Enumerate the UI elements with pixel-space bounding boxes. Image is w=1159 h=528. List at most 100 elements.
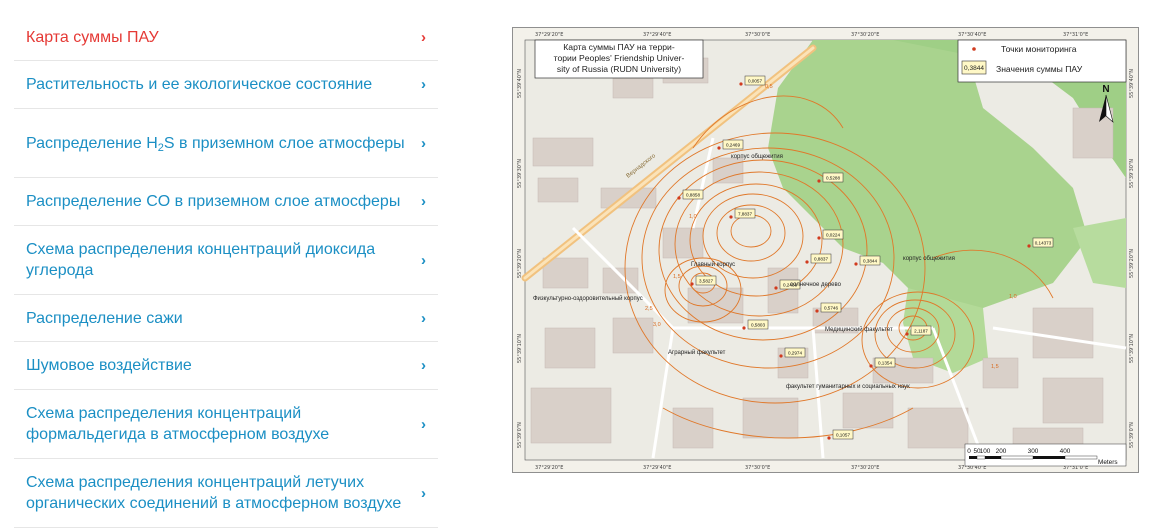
contour-value-label: 1,5	[991, 364, 999, 370]
contour-value-label: 3,0	[653, 322, 661, 328]
monitoring-point-marker	[869, 364, 873, 368]
monitoring-point-marker	[905, 332, 909, 336]
monitoring-point-marker	[805, 260, 809, 264]
map-title-line-1: Карта суммы ПАУ на терри-	[563, 42, 675, 52]
monitoring-point-marker	[779, 354, 783, 358]
map-menu: Карта суммы ПАУ › Растительность и ее экол…	[14, 14, 438, 528]
scale-tick-label: 300	[1028, 448, 1039, 455]
chevron-right-icon: ›	[421, 251, 426, 269]
monitoring-point-marker	[1027, 244, 1031, 248]
pah-map-figure: 0,0057 0,2469 0,5288 0,8858 7,8837 0,0224 0,14…	[513, 28, 1138, 472]
top-coordinate: 37°31'0"E	[1063, 32, 1088, 38]
top-coordinate: 37°30'40"E	[958, 32, 986, 38]
menu-item-6[interactable]: Шумовое воздействие ›	[14, 342, 438, 390]
left-coordinate: 55°39'20"N	[517, 249, 523, 278]
monitoring-value: 2,1187	[914, 328, 928, 333]
menu-item-3[interactable]: Распределение CO в приземном слое атмосф…	[14, 178, 438, 226]
monitoring-point-marker	[827, 436, 831, 440]
monitoring-point-marker	[774, 286, 778, 290]
scale-tick-label: 0	[967, 448, 971, 455]
monitoring-value: 0,0057	[748, 78, 762, 83]
menu-item-label: Схема распределения концентраций диоксид…	[26, 241, 376, 279]
top-coordinate: 37°29'40"E	[643, 32, 671, 38]
monitoring-value: 0,8837	[814, 256, 828, 261]
legend-point-marker	[972, 47, 976, 51]
left-coordinate: 55°39'0"N	[517, 422, 523, 448]
monitoring-point-marker	[742, 326, 746, 330]
chevron-right-icon: ›	[421, 134, 426, 152]
monitoring-value: 0,5288	[826, 175, 840, 180]
left-coordinate: 55°39'30"N	[517, 159, 523, 188]
contour-value-label: 2,5	[645, 306, 653, 312]
menu-item-4[interactable]: Схема распределения концентраций диоксид…	[14, 226, 438, 295]
monitoring-point-marker	[739, 82, 743, 86]
legend-point-label: Точки мониторинга	[1001, 44, 1077, 54]
scale-tick-label: 200	[996, 448, 1007, 455]
monitoring-point-marker	[854, 262, 858, 266]
pah-map: 0,0057 0,2469 0,5288 0,8858 7,8837 0,0224 0,14…	[512, 27, 1139, 473]
monitoring-value: 0,3844	[863, 258, 877, 263]
menu-item-1[interactable]: Растительность и ее экологическое состоя…	[14, 61, 438, 109]
legend-value-label: Значения суммы ПАУ	[996, 64, 1083, 74]
scale-bar: 0 50 100 200 300 400 Meters	[964, 443, 1127, 467]
chevron-right-icon: ›	[421, 357, 426, 374]
contour-value-label: 1,5	[673, 274, 681, 280]
menu-item-label: Распределение сажи	[26, 309, 183, 327]
monitoring-value: 3,5827	[699, 278, 713, 283]
contour-value-label: 1,0	[689, 214, 697, 220]
monitoring-value: 0,5746	[824, 305, 838, 310]
monitoring-value: 0,0224	[826, 232, 840, 237]
monitoring-value: 7,8837	[738, 211, 752, 216]
monitoring-value: 0,2469	[726, 142, 740, 147]
menu-item-label: Схема распределения концентраций формаль…	[26, 405, 330, 443]
scale-tick-label: 100	[980, 448, 991, 455]
contour-value-label: 1,0	[1009, 294, 1017, 300]
monitoring-point-marker	[677, 196, 681, 200]
building-label: Физкультурно-оздоровительный корпус	[533, 295, 643, 302]
menu-item-7[interactable]: Схема распределения концентраций формаль…	[14, 390, 438, 459]
monitoring-value: 0,8858	[686, 192, 700, 197]
chevron-right-icon: ›	[421, 76, 426, 93]
chevron-right-icon: ›	[421, 415, 426, 433]
building-label: Главный корпус	[691, 261, 735, 268]
building-label: корпус общежития	[903, 256, 955, 262]
monitoring-point-marker	[729, 215, 733, 219]
right-coordinate: 55°39'40"N	[1129, 69, 1135, 98]
monitoring-point-marker	[815, 309, 819, 313]
menu-item-label: Схема распределения концентраций летучих…	[26, 474, 402, 512]
bottom-coordinate: 37°30'0"E	[745, 465, 770, 471]
map-legend: Точки мониторинга 0,3844 Значения суммы …	[957, 39, 1127, 83]
right-coordinate: 55°39'20"N	[1129, 249, 1135, 278]
menu-item-label: Растительность и ее экологическое состоя…	[26, 76, 373, 93]
monitoring-value: 0,2974	[788, 350, 802, 355]
contour-value-label: 0,5	[765, 84, 773, 90]
menu-item-label: Распределение CO в приземном слое атмосф…	[26, 193, 401, 210]
chevron-right-icon: ›	[421, 193, 426, 210]
building-label: корпус общежития	[731, 154, 783, 160]
left-coordinate: 55°39'40"N	[517, 69, 523, 98]
monitoring-point-marker	[817, 179, 821, 183]
left-coordinate: 55°39'10"N	[517, 334, 523, 363]
menu-label-part: S в приземном слое атмосферы	[163, 134, 405, 152]
top-coordinate: 37°30'20"E	[851, 32, 879, 38]
right-coordinate: 55°39'10"N	[1129, 334, 1135, 363]
bottom-coordinate: 37°30'20"E	[851, 465, 879, 471]
chevron-right-icon: ›	[421, 484, 426, 502]
menu-item-0[interactable]: Карта суммы ПАУ ›	[14, 14, 438, 61]
monitoring-point-marker	[690, 282, 694, 286]
building-label: солнечное дерево	[790, 282, 842, 288]
menu-item-label: Шумовое воздействие	[26, 357, 192, 374]
menu-item-8[interactable]: Схема распределения концентраций летучих…	[14, 459, 438, 528]
map-title-box: Карта суммы ПАУ на терри- тории Peoples'…	[534, 39, 704, 79]
monitoring-value: 0,5803	[751, 322, 765, 327]
monitoring-point-marker	[717, 146, 721, 150]
chevron-right-icon: ›	[421, 309, 426, 327]
chevron-right-icon: ›	[421, 28, 426, 46]
monitoring-value: 0,1057	[836, 432, 850, 437]
menu-item-5[interactable]: Распределение сажи ›	[14, 295, 438, 342]
legend-value-sample: 0,3844	[964, 65, 984, 72]
top-coordinate: 37°30'0"E	[745, 32, 770, 38]
scale-unit: Meters	[1098, 459, 1118, 466]
building-label: Медицинский факультет	[825, 326, 893, 333]
menu-item-2[interactable]: Распределение H2S в приземном слое атмос…	[14, 109, 438, 178]
